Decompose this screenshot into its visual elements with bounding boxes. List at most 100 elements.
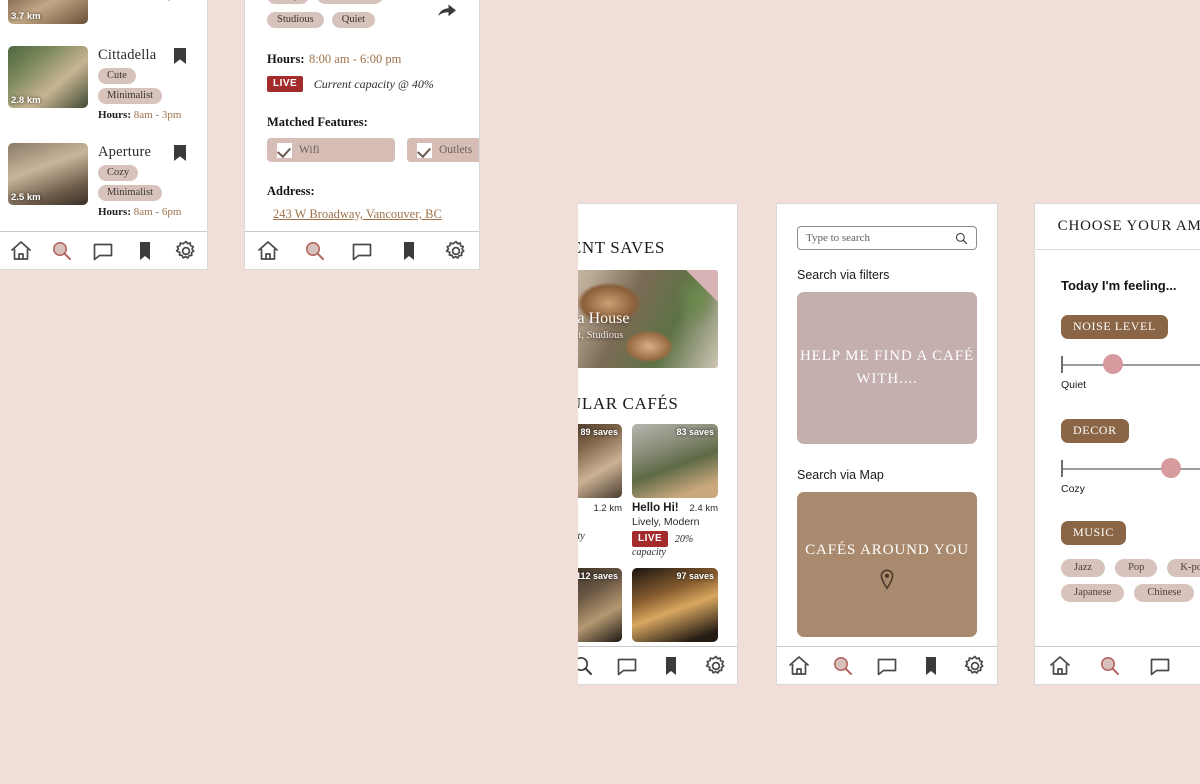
search-icon[interactable] (955, 232, 968, 245)
hours-value: 8am - 6pm (133, 205, 182, 218)
list-item[interactable]: 3.7 km Minimalist Hours: 8am - 4pm (0, 0, 207, 24)
list-item[interactable]: 83 saves Hello Hi! 2.4 km Lively, Modern… (632, 424, 718, 558)
cafe-thumbnail[interactable]: 97 saves (632, 568, 718, 642)
search-icon[interactable] (830, 653, 856, 679)
home-feed-panel: RECENT SAVES Ki Tea House Quiet, Studiou… (578, 203, 738, 685)
search-icon[interactable] (49, 238, 75, 264)
tag-chip[interactable]: Minimalist (98, 87, 163, 104)
hours-line: Hours: 8:00 am - 6:00 pm (267, 50, 457, 68)
cafe-thumbnail[interactable]: 89 saves (578, 424, 622, 498)
decor-slider[interactable] (1061, 457, 1200, 479)
chat-bubble-icon[interactable] (874, 653, 900, 679)
bookmark-icon[interactable] (173, 144, 187, 162)
address-link[interactable]: 243 W Broadway, Vancouver, BC (273, 207, 442, 222)
search-icon[interactable] (302, 238, 328, 264)
hours-value: 8am - 3pm (133, 108, 182, 121)
list-item[interactable]: 2.8 km Cittadella Cute Minimalist Hours:… (0, 46, 207, 121)
find-cafe-with-card[interactable]: HELP ME FIND A CAFÉ WITH.... (797, 292, 977, 444)
list-item[interactable]: 89 saves no 1.2 km Chill % capacity (578, 424, 622, 558)
search-icon[interactable] (1097, 653, 1123, 679)
category-pill-noise[interactable]: NOISE LEVEL (1061, 315, 1168, 339)
cafes-around-you-card[interactable]: CAFÉS AROUND YOU (797, 492, 977, 637)
bottom-nav (245, 231, 479, 269)
chat-bubble-icon[interactable] (614, 653, 640, 679)
cafe-vibe: Lively, Modern (632, 516, 700, 528)
tag-chip[interactable]: Minimalist (98, 184, 163, 201)
tag-chip[interactable]: Cozy (267, 0, 310, 4)
category-pill-music[interactable]: MUSIC (1061, 521, 1127, 545)
music-chip[interactable]: Jazz (1061, 559, 1106, 577)
distance-label: 3.7 km (11, 11, 41, 22)
tag-chip[interactable]: Quiet (331, 12, 376, 28)
feature-chip[interactable]: Wifi (267, 138, 395, 162)
section-title-popular: POPULAR CAFÉS (578, 394, 679, 413)
cafe-thumbnail[interactable]: 2.8 km (8, 46, 88, 108)
check-icon (277, 142, 292, 158)
tag-row-primary: Cozy Minimalist (267, 0, 457, 4)
hours-value: 8:00 am - 6:00 pm (308, 52, 402, 66)
home-icon[interactable] (255, 238, 281, 264)
feature-chip[interactable]: Outlets (407, 138, 479, 162)
saves-count: 89 saves (580, 427, 618, 437)
category-pill-decor[interactable]: DECOR (1061, 419, 1129, 443)
slider-knob[interactable] (1103, 354, 1123, 374)
gear-icon[interactable] (703, 653, 729, 679)
search-via-filters-label: Search via filters (797, 268, 890, 282)
chat-bubble-icon[interactable] (90, 238, 116, 264)
gear-icon[interactable] (443, 238, 469, 264)
music-group: MUSIC Jazz Pop K-pop Japanese Chinese Fr… (1061, 521, 1200, 602)
slider-value-label: Cozy (1061, 483, 1085, 495)
ambiance-header: CHOOSE YOUR AMBIANCE (1035, 204, 1200, 250)
cafe-thumbnail[interactable]: 3.7 km (8, 0, 88, 24)
bookmark-icon[interactable] (132, 238, 158, 264)
noise-level-slider[interactable] (1061, 353, 1200, 375)
search-via-map-label: Search via Map (797, 468, 884, 482)
home-icon[interactable] (1047, 653, 1073, 679)
hero-card[interactable]: Ki Tea House Quiet, Studious (578, 270, 718, 368)
saved-cafes-panel: 3.7 km Minimalist Hours: 8am - 4pm 2.8 k… (0, 0, 208, 270)
slider-value-label: Quiet (1061, 379, 1087, 391)
cafe-thumbnail[interactable]: 83 saves (632, 424, 718, 498)
bookmark-icon[interactable] (173, 48, 187, 65)
slider-start-cap (1061, 356, 1063, 373)
bottom-nav (1035, 646, 1200, 684)
music-chip[interactable]: Pop (1115, 559, 1158, 577)
hero-cafe-tags: Quiet, Studious (578, 330, 624, 341)
tag-chip[interactable]: Cute (98, 67, 136, 84)
bottom-nav (578, 646, 737, 684)
gear-icon[interactable] (962, 653, 988, 679)
home-icon[interactable] (786, 653, 812, 679)
search-input[interactable]: Type to search (797, 226, 977, 250)
list-item[interactable]: 97 saves (632, 568, 718, 642)
chat-bubble-icon[interactable] (1147, 653, 1173, 679)
hours-value: 8am - 4pm (134, 0, 182, 1)
gear-icon[interactable] (173, 238, 199, 264)
bookmark-icon[interactable] (396, 238, 422, 264)
share-icon[interactable] (437, 2, 457, 20)
feature-label: Outlets (439, 144, 473, 156)
home-icon[interactable] (8, 238, 34, 264)
tag-chip[interactable]: Studious (267, 12, 324, 28)
cafe-thumbnail[interactable]: 2.5 km (8, 142, 88, 205)
distance-label: 2.8 km (11, 95, 41, 106)
list-item[interactable]: 112 saves (578, 568, 622, 642)
tag-chip[interactable]: Minimalist (317, 0, 384, 4)
list-item[interactable]: 2.5 km Aperture Cozy Minimalist Hours: 8… (0, 142, 207, 218)
chat-bubble-icon[interactable] (349, 238, 375, 264)
tag-chip[interactable]: Cozy (98, 164, 139, 181)
intro-text: Today I'm feeling... (1061, 278, 1177, 293)
slider-knob[interactable] (1161, 458, 1181, 478)
cafe-thumbnail[interactable]: 112 saves (578, 568, 622, 642)
hours-label: Hours: (98, 108, 131, 121)
hours-line: Hours: 8am - 4pm (98, 0, 199, 1)
distance-label: 1.2 km (593, 503, 622, 514)
feature-label: Wifi (299, 144, 320, 156)
music-chip[interactable]: Chinese (1134, 584, 1195, 602)
music-chip[interactable]: Japanese (1061, 584, 1125, 602)
saves-count: 83 saves (676, 427, 714, 437)
search-icon[interactable] (578, 653, 596, 679)
bookmark-icon[interactable] (918, 653, 944, 679)
bottom-nav (0, 231, 207, 269)
bookmark-icon[interactable] (658, 653, 684, 679)
music-chip[interactable]: K-pop (1167, 559, 1200, 577)
